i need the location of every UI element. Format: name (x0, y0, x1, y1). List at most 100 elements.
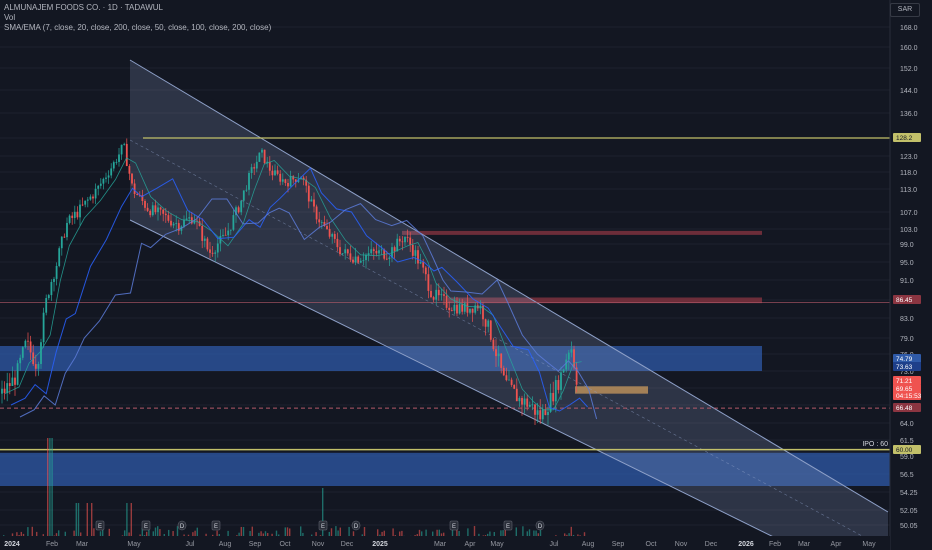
candle-body (549, 392, 552, 412)
x-tick-label: 2024 (4, 541, 20, 548)
x-tick-label: Apr (465, 541, 477, 548)
candle-body (167, 215, 170, 221)
x-tick-label: Apr (831, 541, 843, 548)
candle-body (157, 207, 159, 213)
candle-body (349, 253, 352, 260)
candle-body (201, 225, 204, 241)
ipo-annotation-label: IPO : 60 (862, 441, 888, 448)
price-tag: 86.45 (893, 295, 921, 304)
y-tick-label: 50.05 (900, 523, 918, 530)
candle-body (66, 222, 68, 238)
currency-badge[interactable]: SAR (890, 3, 920, 17)
candle-body (365, 254, 367, 261)
candle-body (97, 185, 100, 189)
candle-body (289, 176, 292, 187)
candle-body (258, 152, 261, 162)
candle-body (63, 236, 66, 238)
candle-body (76, 211, 79, 218)
candle-body (331, 234, 334, 237)
candle-body (396, 238, 399, 252)
candle-body (53, 278, 55, 282)
candle-body (536, 410, 539, 415)
candle-body (414, 250, 417, 256)
candle-body (203, 238, 206, 241)
candle-body (102, 178, 105, 184)
candle-body (310, 199, 313, 202)
candle-body (346, 249, 349, 254)
candle-body (40, 342, 42, 364)
candle-body (554, 380, 557, 402)
x-tick-label: Dec (341, 541, 354, 548)
y-tick-label: 107.0 (900, 210, 918, 217)
candle-body (8, 383, 11, 386)
price-tag-label: 66.48 (896, 405, 913, 412)
candle-body (458, 304, 461, 314)
price-tag-label: 74.79 (896, 356, 913, 363)
symbol-title[interactable]: ALMUNAJEM FOODS CO. · 1D · TADAWUL (4, 3, 271, 13)
y-tick-label: 160.0 (900, 45, 918, 52)
candle-body (461, 304, 464, 312)
candle-body (495, 349, 497, 357)
candle-body (6, 383, 9, 393)
price-tag-label: 86.45 (896, 297, 913, 304)
volume-bar (49, 438, 51, 548)
price-tag-label: 73.63 (896, 364, 913, 371)
candle-body (185, 218, 188, 220)
candle-body (385, 258, 388, 260)
candle-body (339, 247, 341, 255)
candle-body (378, 250, 380, 254)
candle-body (448, 307, 451, 311)
y-tick-label: 59.0 (900, 454, 914, 461)
candle-body (248, 172, 250, 190)
candle-body (450, 310, 453, 311)
x-tick-label: Oct (280, 541, 291, 548)
candle-body (3, 388, 6, 393)
candle-body (99, 183, 102, 186)
candle-body (570, 349, 573, 353)
price-tag-label: 60.00 (896, 447, 913, 454)
candle-body (456, 304, 458, 314)
y-tick-label: 168.0 (900, 25, 918, 32)
indicator-legend[interactable]: SMA/EMA (7, close, 20, close, 200, close… (4, 23, 271, 33)
candle-body (224, 234, 227, 236)
x-tick-label: Aug (582, 541, 595, 548)
candle-body (388, 257, 391, 260)
candle-body (27, 340, 29, 342)
candle-body (274, 170, 276, 176)
candle-body (240, 200, 243, 213)
y-tick-label: 152.0 (900, 66, 918, 73)
y-tick-label: 136.0 (900, 111, 918, 118)
candle-body (541, 409, 544, 420)
event-marker-label: E (214, 524, 218, 530)
candle-body (81, 204, 84, 206)
candle-body (183, 219, 185, 227)
x-tick-label: 2026 (738, 541, 754, 548)
price-tag-label: 04:15:53 (896, 393, 922, 400)
zone-blue (0, 346, 762, 371)
candle-body (471, 308, 474, 313)
x-tick-label: Mar (76, 541, 89, 548)
candle-body (510, 379, 513, 385)
candle-body (508, 379, 510, 381)
y-tick-label: 113.0 (900, 187, 917, 194)
price-chart[interactable]: 168.0 160.0 152.0 144.0 136.0 128.2 123.0 118.0… (0, 0, 932, 550)
candle-body (71, 215, 74, 218)
y-tick-label: 95.0 (900, 260, 914, 267)
candle-body (484, 319, 487, 327)
price-axis (890, 0, 932, 550)
candle-body (500, 353, 503, 368)
candle-body (128, 166, 131, 174)
candle-body (562, 369, 565, 373)
candle-body (328, 228, 331, 237)
price-tag: 128.2 (893, 133, 921, 142)
price-tag: 66.48 (893, 403, 921, 412)
candle-body (105, 177, 107, 179)
candle-body (216, 243, 219, 253)
event-marker-label: E (144, 524, 148, 530)
candle-body (411, 244, 414, 256)
candle-body (45, 298, 48, 313)
candle-body (159, 207, 162, 210)
candle-body (112, 162, 115, 169)
x-tick-label: Dec (705, 541, 718, 548)
volume-legend[interactable]: Vol (4, 13, 271, 23)
